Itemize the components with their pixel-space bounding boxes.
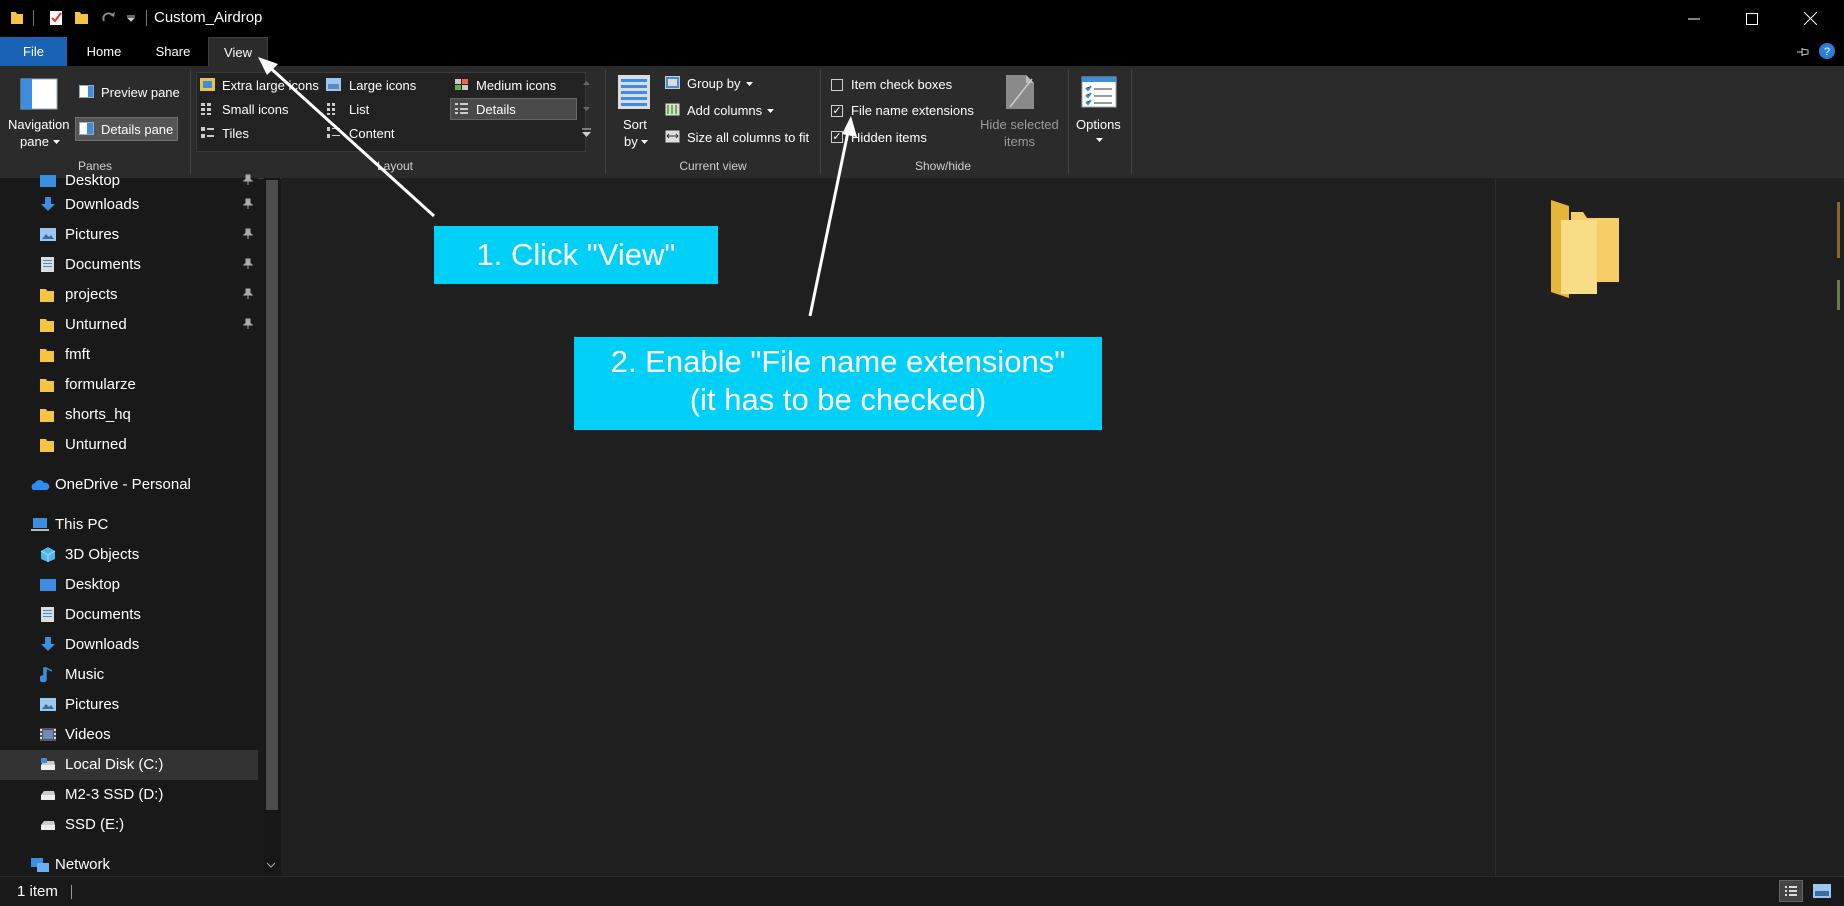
arrow-to-view-tab bbox=[258, 57, 436, 218]
arrow-to-file-name-extensions bbox=[808, 116, 857, 317]
annotation-arrows bbox=[258, 57, 857, 317]
callout-step-2-line-2: (it has to be checked) bbox=[689, 382, 987, 417]
callout-step-2-line-1: 2. Enable "File name extensions" bbox=[610, 344, 1066, 379]
callout-step-1: 1. Click "View" bbox=[434, 226, 718, 284]
callout-step-2: 2. Enable "File name extensions" (it has… bbox=[574, 337, 1102, 430]
